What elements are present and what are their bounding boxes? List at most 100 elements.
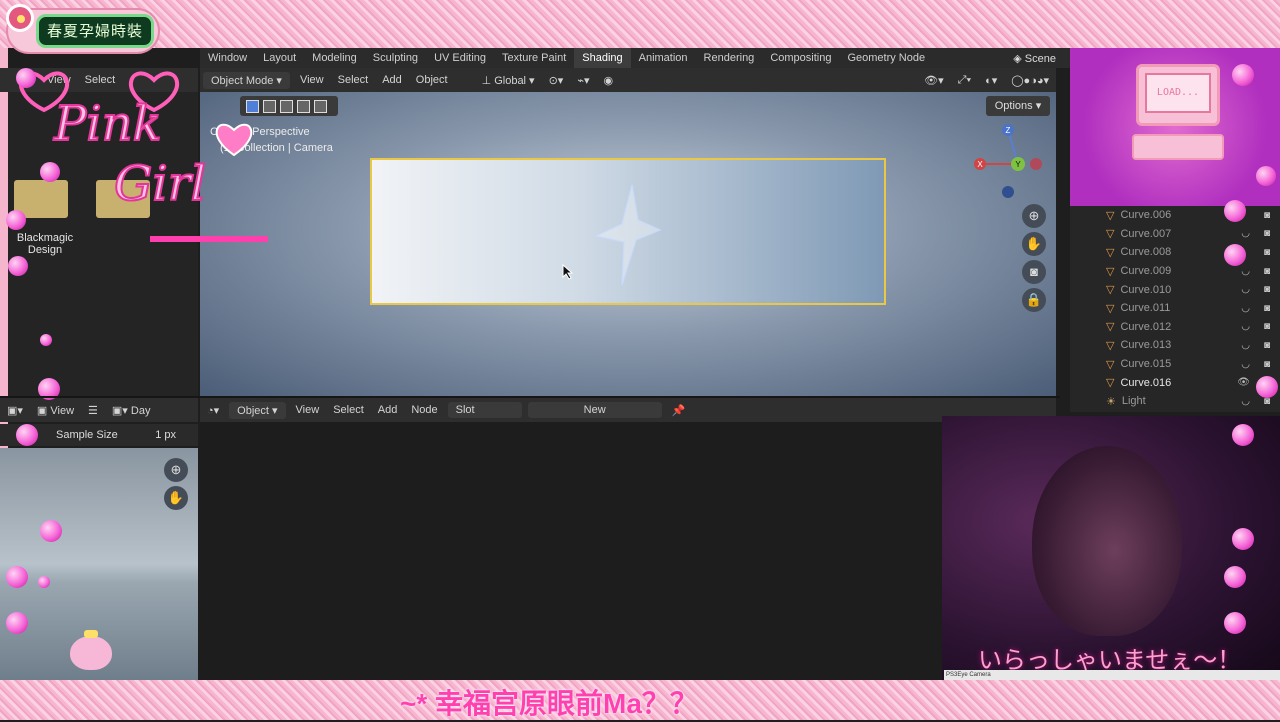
- select-subtract-icon[interactable]: [280, 99, 293, 113]
- slot-label: Slot: [455, 404, 475, 416]
- camera-icon[interactable]: ◙: [1264, 359, 1270, 370]
- outliner-item-selected[interactable]: ▽Curve.016👁◙: [1070, 373, 1280, 392]
- camera-icon[interactable]: ◙: [1264, 321, 1270, 332]
- bubble-decoration: [8, 256, 28, 276]
- outliner-item[interactable]: ▽ Curve.012 ◡ ◙: [1070, 318, 1280, 337]
- outliner-item[interactable]: ▽ Curve.015 ◡ ◙: [1070, 355, 1280, 374]
- tab-uv-editing[interactable]: UV Editing: [426, 48, 494, 68]
- pan-hand-icon[interactable]: ✋: [164, 486, 188, 510]
- select-invert-icon[interactable]: [297, 99, 310, 113]
- camera-icon[interactable]: ◙: [1264, 247, 1270, 258]
- new-label: New: [583, 404, 606, 416]
- tab-rendering[interactable]: Rendering: [696, 48, 763, 68]
- slot-dropdown[interactable]: Slot: [447, 402, 522, 418]
- eye-icon[interactable]: ◡: [1241, 396, 1250, 407]
- curve-icon: ▽: [1106, 377, 1115, 390]
- view-menu[interactable]: ▣ View: [30, 404, 81, 417]
- new-material-button[interactable]: New: [527, 402, 662, 418]
- scene-icon: ◈: [1013, 52, 1025, 65]
- snap-icon[interactable]: ⌁▾: [570, 74, 596, 87]
- add-menu[interactable]: Add: [371, 404, 405, 416]
- tab-shading[interactable]: Shading: [574, 48, 631, 68]
- curve-icon: ▽: [1106, 246, 1115, 259]
- outliner-item[interactable]: ☀ Light ◡ ◙: [1070, 392, 1280, 411]
- flower-icon: [6, 4, 34, 32]
- outliner-item[interactable]: ▽ Curve.009 ◡ ◙: [1070, 262, 1280, 281]
- camera-icon[interactable]: ◙: [1264, 303, 1270, 314]
- scene-selector[interactable]: ◈ Scene: [1013, 52, 1070, 65]
- select-menu[interactable]: Select: [331, 74, 376, 86]
- navigation-gizmo[interactable]: Z X Y: [970, 122, 1046, 202]
- outliner-item-name: Curve.008: [1120, 246, 1172, 259]
- curve-icon: ▽: [1106, 209, 1115, 222]
- eye-icon[interactable]: ◡: [1241, 266, 1250, 277]
- eye-icon[interactable]: ◡: [1241, 359, 1250, 370]
- add-menu[interactable]: Add: [375, 74, 409, 86]
- eye-icon[interactable]: ◡: [1241, 321, 1250, 332]
- eye-icon[interactable]: ◡: [1241, 340, 1250, 351]
- sample-size-label: Sample Size: [56, 429, 118, 441]
- editor-type-icon[interactable]: ◔▾: [200, 404, 226, 417]
- pin-icon[interactable]: 📌: [665, 404, 693, 417]
- image-selector[interactable]: ▣▾ Day: [105, 404, 158, 417]
- outliner-item[interactable]: ▽ Curve.006 ◙: [1070, 206, 1280, 225]
- proportional-edit-icon[interactable]: ◉: [596, 74, 620, 87]
- overlay-toggle-icon[interactable]: ◐▾: [978, 74, 1004, 87]
- node-editor-canvas[interactable]: [200, 422, 942, 680]
- area-divider[interactable]: [0, 396, 1060, 398]
- object-dropdown[interactable]: Object ▾: [229, 401, 286, 419]
- gizmo-toggle-icon[interactable]: ⤢▾: [951, 74, 978, 87]
- editor-type-icon[interactable]: ▣▾: [0, 404, 30, 417]
- view-menu[interactable]: View: [293, 74, 331, 86]
- pivot-icon[interactable]: ⊙▾: [542, 74, 571, 87]
- tab-sculpting[interactable]: Sculpting: [365, 48, 426, 68]
- zoom-icon[interactable]: ⊕: [164, 458, 188, 482]
- outliner-item-name: Light: [1121, 395, 1146, 408]
- outliner-item[interactable]: ▽ Curve.010 ◡ ◙: [1070, 280, 1280, 299]
- zoom-icon[interactable]: ⊕: [1022, 204, 1046, 228]
- outliner-item[interactable]: ▽ Curve.011 ◡ ◙: [1070, 299, 1280, 318]
- camera-icon[interactable]: ◙: [1264, 284, 1270, 295]
- eye-icon[interactable]: ◡: [1241, 284, 1250, 295]
- bubble-decoration: [1256, 166, 1276, 186]
- tab-compositing[interactable]: Compositing: [762, 48, 839, 68]
- bubble-decoration: [1224, 612, 1246, 634]
- tab-animation[interactable]: Animation: [631, 48, 696, 68]
- curve-icon: ▽: [1106, 265, 1115, 278]
- camera-icon[interactable]: ◙: [1264, 266, 1270, 277]
- bubble-decoration: [40, 334, 52, 346]
- orientation-dropdown[interactable]: ⊥ Global ▾: [475, 74, 542, 87]
- pan-hand-icon[interactable]: ✋: [1022, 232, 1046, 256]
- object-menu[interactable]: Object: [409, 74, 455, 86]
- node-menu[interactable]: Node: [404, 404, 444, 416]
- outliner-item[interactable]: ▽ Curve.013 ◡ ◙: [1070, 336, 1280, 355]
- scene-name: Scene: [1024, 52, 1056, 65]
- camera-icon[interactable]: ◙: [1264, 210, 1270, 221]
- eye-icon[interactable]: ◡: [1241, 303, 1250, 314]
- 3d-viewport[interactable]: Camera Perspective (1) Collection | Came…: [200, 92, 1056, 396]
- orientation-label: Global: [494, 74, 526, 87]
- outliner-item-name: Curve.015: [1120, 358, 1172, 371]
- camera-icon[interactable]: ◙: [1264, 340, 1270, 351]
- curve-icon: ▽: [1106, 321, 1115, 334]
- sample-size-value: 1 px: [155, 429, 176, 441]
- options-dropdown[interactable]: Options ▾: [986, 96, 1050, 116]
- menu-icon[interactable]: ☰: [81, 404, 105, 417]
- eye-icon[interactable]: ◡: [1241, 228, 1250, 239]
- image-icon: ▣▾: [111, 404, 131, 417]
- lock-icon[interactable]: 🔒: [1022, 288, 1046, 312]
- camera-icon[interactable]: ◙: [1264, 228, 1270, 239]
- eye-icon[interactable]: 👁: [1237, 377, 1250, 388]
- curve-icon: ▽: [1106, 228, 1115, 241]
- select-menu[interactable]: Select: [326, 404, 371, 416]
- outliner-item[interactable]: ▽ Curve.008 ◙: [1070, 243, 1280, 262]
- tab-geometry-node[interactable]: Geometry Node: [839, 48, 933, 68]
- visibility-icon[interactable]: 👁▾: [917, 74, 951, 87]
- outliner-item[interactable]: ▽ Curve.007 ◡ ◙: [1070, 225, 1280, 244]
- camera-view-icon[interactable]: ◙: [1022, 260, 1046, 284]
- select-intersect-icon[interactable]: [314, 99, 327, 113]
- shading-modes-icon[interactable]: ◯●◑◕▾: [1004, 74, 1056, 87]
- tab-modeling[interactable]: Modeling: [304, 48, 365, 68]
- view-menu[interactable]: View: [289, 404, 327, 416]
- tab-texture-paint[interactable]: Texture Paint: [494, 48, 574, 68]
